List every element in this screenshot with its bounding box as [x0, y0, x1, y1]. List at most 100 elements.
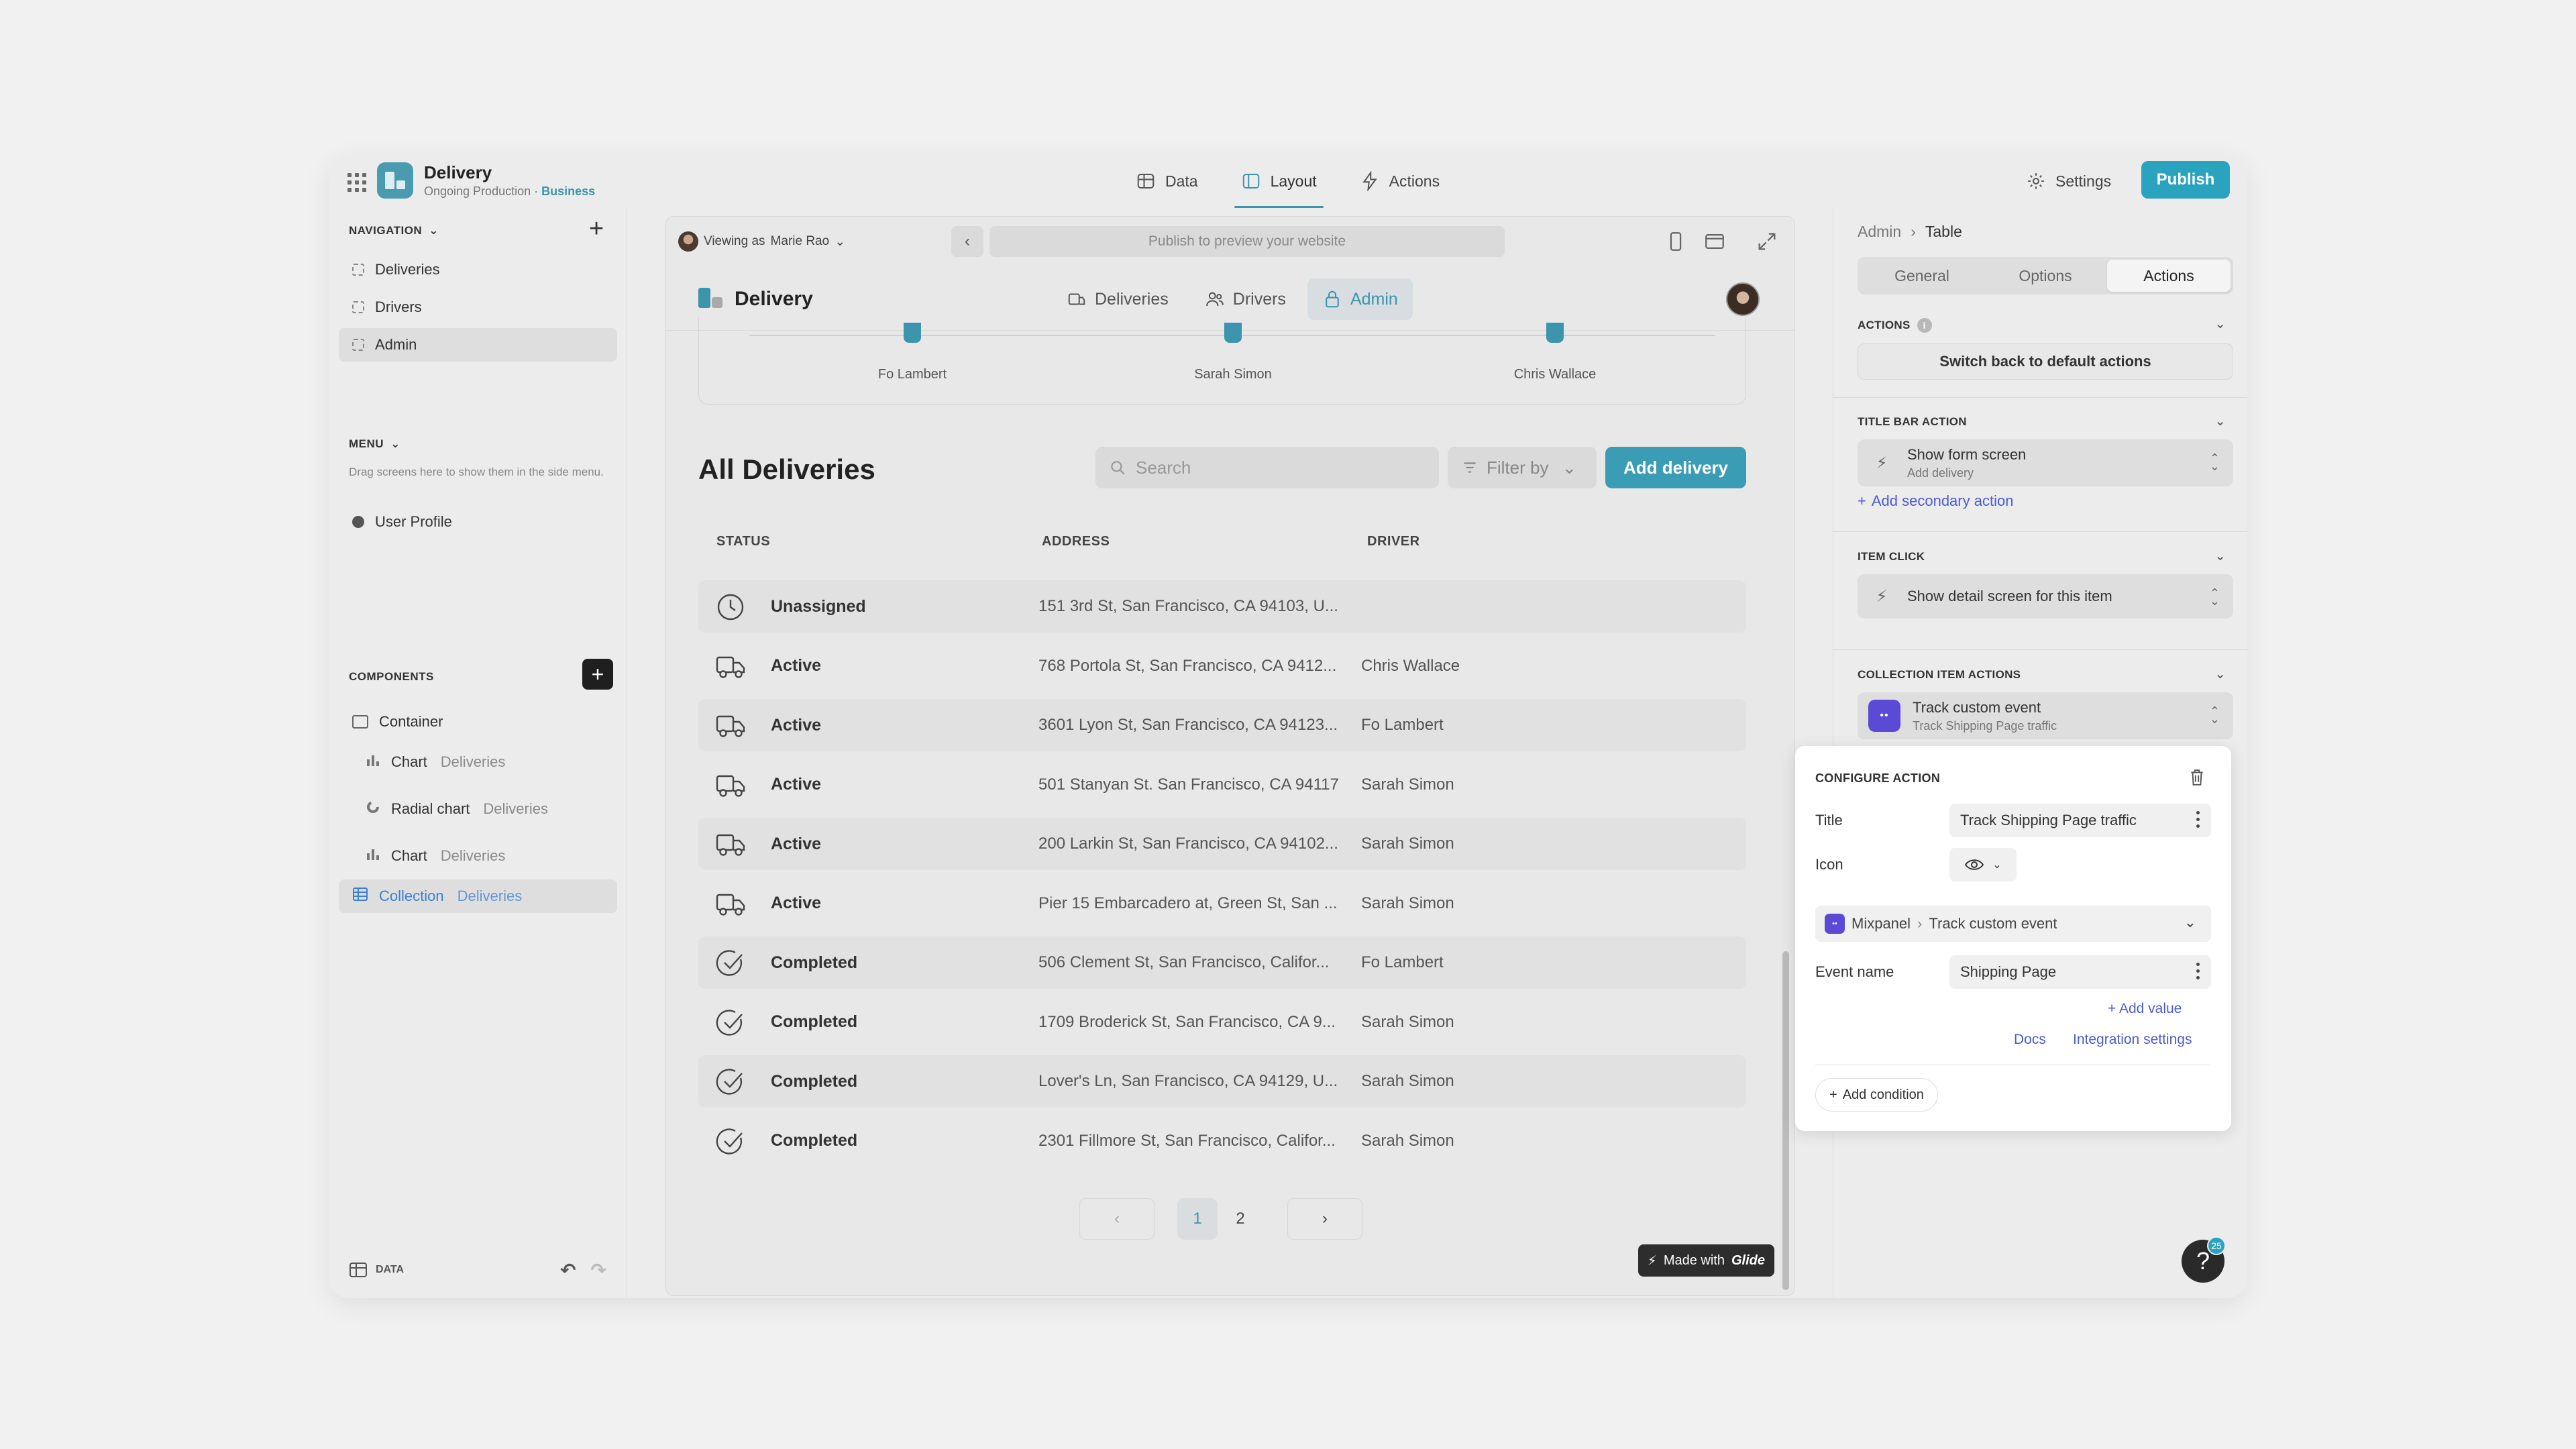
chevron-down-icon: ⌄: [2184, 914, 2196, 930]
tab-data[interactable]: Data: [1124, 154, 1210, 208]
chevron-down-icon: ⌄: [1992, 859, 2002, 871]
navigation-header[interactable]: NAVIGATION ⌄: [349, 224, 439, 237]
redo-icon[interactable]: ↷: [591, 1259, 606, 1281]
app-logo: [377, 162, 413, 199]
table-row[interactable]: Active 3601 Lyon St, San Francisco, CA 94…: [698, 699, 1746, 751]
bolt-icon: ⚡: [1647, 1253, 1657, 1269]
viewing-as-selector[interactable]: Viewing as Marie Rao ⌄: [678, 231, 845, 252]
tab-admin[interactable]: Admin: [1307, 278, 1413, 320]
app-logo: [698, 288, 724, 311]
chart-card: Fo Lambert Sarah Simon Chris Wallace: [698, 317, 1746, 405]
add-value-link[interactable]: + Add value: [2108, 1001, 2182, 1017]
chart-mark: [1546, 323, 1564, 343]
prev-page-button[interactable]: ‹: [1079, 1198, 1155, 1240]
app-subtitle: Ongoing Production · Business: [424, 184, 596, 198]
chevron-down-icon[interactable]: ⌄: [2214, 315, 2226, 332]
component-chart-2[interactable]: Chart Deliveries: [352, 839, 617, 873]
filter-dropdown[interactable]: Filter by ⌄: [1448, 447, 1597, 488]
phone-icon[interactable]: [1664, 230, 1687, 253]
expand-icon[interactable]: [1756, 230, 1778, 253]
info-icon[interactable]: i: [1917, 318, 1932, 333]
settings-button[interactable]: Settings: [2026, 168, 2111, 195]
driver-cell: Fo Lambert: [1361, 716, 1444, 734]
chevron-left-icon: ‹: [965, 232, 970, 250]
menu-header[interactable]: MENU ⌄: [349, 437, 400, 451]
sidebar-footer: DATA ↶ ↷: [349, 1256, 606, 1283]
event-name-field[interactable]: Shipping Page: [1949, 955, 2211, 989]
tab-deliveries[interactable]: Deliveries: [1052, 278, 1183, 320]
tab-drivers[interactable]: Drivers: [1190, 278, 1301, 320]
app-name: Delivery: [424, 162, 492, 182]
chevron-down-icon[interactable]: ⌄: [2214, 413, 2226, 429]
avatar[interactable]: [1726, 282, 1760, 316]
add-component-button[interactable]: +: [582, 659, 613, 690]
component-radial-chart[interactable]: Radial chart Deliveries: [352, 792, 617, 826]
icon-picker[interactable]: ⌄: [1949, 848, 2017, 881]
add-delivery-button[interactable]: Add delivery: [1605, 447, 1746, 488]
truck-icon: [715, 771, 746, 800]
more-icon[interactable]: [2196, 963, 2200, 981]
table-row[interactable]: Active 200 Larkin St, San Francisco, CA 9…: [698, 818, 1746, 870]
page-1[interactable]: 1: [1177, 1198, 1218, 1240]
sidebar-item-drivers[interactable]: Drivers: [339, 290, 617, 324]
chevron-down-icon[interactable]: ⌄: [2214, 665, 2226, 682]
chevron-down-icon: ⌄: [1562, 457, 1577, 478]
sidebar-item-deliveries[interactable]: Deliveries: [339, 253, 617, 286]
divider: [1833, 649, 2247, 650]
table-row[interactable]: Active Pier 15 Embarcadero at, Green St, …: [698, 877, 1746, 930]
table-row[interactable]: Active 768 Portola St, San Francisco, CA …: [698, 640, 1746, 692]
component-chart-1[interactable]: Chart Deliveries: [352, 745, 617, 779]
switch-default-actions-button[interactable]: Switch back to default actions: [1858, 343, 2233, 380]
publish-button[interactable]: Publish: [2141, 161, 2230, 199]
driver-cell: Sarah Simon: [1361, 1012, 1454, 1031]
address-cell: 3601 Lyon St, San Francisco, CA 94123...: [1038, 716, 1338, 734]
more-icon[interactable]: [2196, 811, 2200, 830]
component-collection[interactable]: Collection Deliveries: [339, 879, 617, 913]
sidebar-item-user-profile[interactable]: User Profile: [339, 505, 617, 539]
table-row[interactable]: Completed Lover's Ln, San Francisco, CA 9…: [698, 1055, 1746, 1108]
integration-select[interactable]: •• Mixpanel › Track custom event ⌄: [1815, 906, 2211, 942]
table-row[interactable]: Active 501 Stanyan St. San Francisco, CA …: [698, 759, 1746, 811]
title-bar-action-select[interactable]: ⚡ Show form screen Add delivery ⌃ ⌄: [1858, 439, 2233, 486]
bolt-icon: [1362, 171, 1377, 191]
apps-grid-icon[interactable]: [343, 169, 366, 192]
address-cell: Pier 15 Embarcadero at, Green St, San ..…: [1038, 894, 1338, 912]
item-click-action-select[interactable]: ⚡ Show detail screen for this item ⌃ ⌄: [1858, 574, 2233, 619]
undo-icon[interactable]: ↶: [560, 1259, 576, 1281]
table-row[interactable]: Completed 1709 Broderick St, San Francisc…: [698, 996, 1746, 1049]
address-cell: 200 Larkin St, San Francisco, CA 94102..…: [1038, 835, 1338, 853]
tab-actions[interactable]: Actions: [1348, 154, 1452, 208]
collection-item-action-select[interactable]: •• Track custom event Track Shipping Page…: [1858, 692, 2233, 739]
tab-layout[interactable]: Layout: [1229, 154, 1329, 208]
table-row[interactable]: Completed 506 Clement St, San Francisco, …: [698, 936, 1746, 989]
add-secondary-action-link[interactable]: + Add secondary action: [1858, 492, 2013, 510]
title-field[interactable]: Track Shipping Page traffic: [1949, 804, 2211, 837]
page-2[interactable]: 2: [1220, 1198, 1260, 1240]
tablet-icon[interactable]: [1703, 230, 1726, 253]
component-container[interactable]: Container: [339, 705, 617, 739]
scrollbar[interactable]: [1782, 951, 1789, 1290]
container-icon: [352, 715, 368, 729]
back-button[interactable]: ‹: [951, 226, 983, 257]
tab-actions[interactable]: Actions: [2107, 260, 2231, 292]
trash-icon[interactable]: [2190, 769, 2204, 786]
tab-options[interactable]: Options: [1984, 260, 2107, 292]
bar-chart-icon: [366, 847, 380, 865]
table-row[interactable]: Completed 2301 Fillmore St, San Francisco…: [698, 1115, 1746, 1167]
made-with-glide-badge[interactable]: ⚡ Made with Glide: [1638, 1244, 1774, 1277]
filter-icon: [1464, 462, 1476, 473]
sidebar-item-admin[interactable]: Admin: [339, 328, 617, 362]
search-input[interactable]: Search: [1095, 447, 1439, 488]
truck-icon: [715, 890, 746, 919]
add-condition-button[interactable]: + Add condition: [1815, 1078, 1938, 1112]
chevron-right-icon: ›: [1917, 915, 1923, 932]
tab-general[interactable]: General: [1860, 260, 1984, 292]
integration-settings-link[interactable]: Integration settings: [2073, 1032, 2192, 1048]
chevron-down-icon[interactable]: ⌄: [2214, 547, 2226, 564]
add-screen-icon[interactable]: +: [589, 216, 604, 241]
table-row[interactable]: Unassigned 151 3rd St, San Francisco, CA …: [698, 580, 1746, 633]
driver-cell: Fo Lambert: [1361, 953, 1444, 971]
next-page-button[interactable]: ›: [1287, 1198, 1362, 1240]
data-icon[interactable]: DATA: [349, 1262, 404, 1278]
docs-link[interactable]: Docs: [2014, 1032, 2046, 1048]
